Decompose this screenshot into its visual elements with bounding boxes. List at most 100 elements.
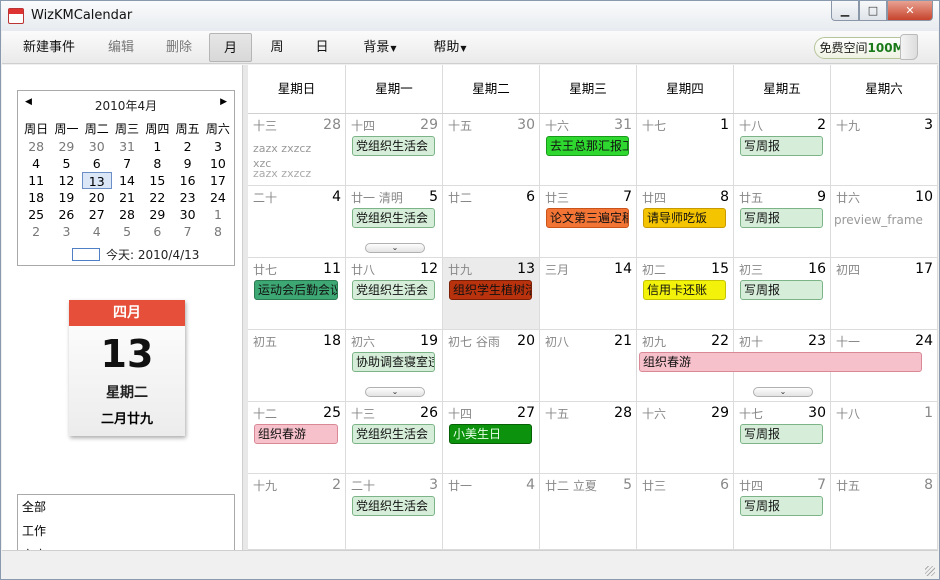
mini-day[interactable]: 8: [142, 155, 172, 172]
day-cell[interactable]: 初三 16 写周报: [734, 258, 831, 330]
day-cell[interactable]: 二十 3 党组织生活会: [346, 474, 443, 550]
day-cell[interactable]: 十五 28: [540, 402, 637, 474]
mini-day[interactable]: 5: [51, 155, 81, 172]
day-cell[interactable]: 廿五 9 写周报: [734, 186, 831, 258]
mini-day[interactable]: 7: [112, 155, 142, 172]
day-cell[interactable]: 廿二 立夏 5: [540, 474, 637, 550]
day-cell[interactable]: 十九 3: [831, 114, 938, 186]
mini-day[interactable]: 17: [203, 172, 233, 189]
mini-day[interactable]: 1: [142, 138, 172, 155]
day-cell[interactable]: 二十 4: [248, 186, 346, 258]
mini-day[interactable]: 19: [51, 189, 81, 206]
category-item[interactable]: 家庭: [18, 543, 234, 550]
day-cell[interactable]: 廿三 6: [637, 474, 734, 550]
expand-more-button[interactable]: ⌄: [365, 243, 425, 253]
week-view-button[interactable]: 周: [257, 33, 297, 62]
mini-day[interactable]: 27: [82, 206, 112, 223]
day-cell[interactable]: 十八 1: [831, 402, 938, 474]
mini-day[interactable]: 2: [172, 138, 202, 155]
event-item[interactable]: 写周报: [740, 208, 823, 228]
mini-day[interactable]: 11: [21, 172, 51, 189]
day-cell[interactable]: 十五 30: [443, 114, 540, 186]
mini-day[interactable]: 16: [172, 172, 202, 189]
mini-day[interactable]: 4: [21, 155, 51, 172]
day-cell[interactable]: 廿二 6: [443, 186, 540, 258]
day-cell[interactable]: 十六 29: [637, 402, 734, 474]
mini-day[interactable]: 21: [112, 189, 142, 206]
day-cell[interactable]: 十九 2: [248, 474, 346, 550]
help-menu-button[interactable]: 帮助▼: [422, 33, 478, 62]
day-cell[interactable]: 十四 29 党组织生活会: [346, 114, 443, 186]
event-item[interactable]: 党组织生活会: [352, 208, 435, 228]
category-item[interactable]: 工作: [18, 519, 234, 543]
day-cell[interactable]: 廿四 7 写周报: [734, 474, 831, 550]
mini-day[interactable]: 9: [172, 155, 202, 172]
mini-day[interactable]: 25: [21, 206, 51, 223]
mini-day[interactable]: 1: [203, 206, 233, 223]
mini-day[interactable]: 7: [172, 223, 202, 240]
mini-day[interactable]: 26: [51, 206, 81, 223]
day-cell[interactable]: 廿一 4: [443, 474, 540, 550]
mini-day[interactable]: 20: [82, 189, 112, 206]
event-item[interactable]: 党组织生活会: [352, 136, 435, 156]
event-item[interactable]: 党组织生活会: [352, 424, 435, 444]
day-cell[interactable]: 十三28zazx zxzczxzczazx zxzcz: [248, 114, 346, 186]
background-menu-button[interactable]: 背景▼: [352, 33, 408, 62]
event-item[interactable]: 组织春游: [254, 424, 338, 444]
day-cell[interactable]: 廿六 10 preview_frame: [831, 186, 938, 258]
mini-day[interactable]: 23: [172, 189, 202, 206]
mini-day[interactable]: 5: [112, 223, 142, 240]
event-item[interactable]: 请导师吃饭: [643, 208, 726, 228]
event-item[interactable]: 党组织生活会: [352, 280, 435, 300]
day-cell[interactable]: 初二 15 信用卡还账: [637, 258, 734, 330]
mini-day[interactable]: 3: [203, 138, 233, 155]
mini-day[interactable]: 6: [142, 223, 172, 240]
mini-day[interactable]: 18: [21, 189, 51, 206]
day-cell[interactable]: 廿三 7 论文第三遍定稿: [540, 186, 637, 258]
event-item-spanning[interactable]: 组织春游: [639, 352, 922, 372]
mini-day[interactable]: 14: [112, 172, 142, 189]
day-cell[interactable]: 初七 谷雨 20: [443, 330, 540, 402]
day-cell[interactable]: 廿四 8 请导师吃饭: [637, 186, 734, 258]
day-cell[interactable]: 廿七 11 运动会后勤会议: [248, 258, 346, 330]
mini-day[interactable]: 8: [203, 223, 233, 240]
mini-day[interactable]: 13: [81, 172, 112, 189]
mini-day[interactable]: 2: [21, 223, 51, 240]
day-cell[interactable]: 廿一 清明 5 党组织生活会 ⌄: [346, 186, 443, 258]
day-cell[interactable]: 初五 18: [248, 330, 346, 402]
mini-day[interactable]: 12: [51, 172, 81, 189]
event-item[interactable]: 党组织生活会: [352, 496, 435, 516]
day-view-button[interactable]: 日: [302, 33, 342, 62]
mini-calendar-today[interactable]: 今天: 2010/4/13: [72, 246, 199, 262]
mini-day[interactable]: 31: [112, 138, 142, 155]
event-item[interactable]: 写周报: [740, 424, 823, 444]
category-item[interactable]: 全部: [18, 495, 234, 519]
event-item[interactable]: 组织学生植树活: [449, 280, 532, 300]
event-item[interactable]: 论文第三遍定稿: [546, 208, 629, 228]
day-cell[interactable]: 廿九 13 组织学生植树活: [443, 258, 540, 330]
day-cell[interactable]: 初八 21: [540, 330, 637, 402]
month-view-button[interactable]: 月: [209, 33, 252, 62]
day-cell[interactable]: 初四 17: [831, 258, 938, 330]
expand-more-button[interactable]: ⌄: [753, 387, 813, 397]
mini-day[interactable]: 29: [51, 138, 81, 155]
day-cell[interactable]: 十七 30 写周报: [734, 402, 831, 474]
event-item[interactable]: 信用卡还账: [643, 280, 726, 300]
mini-day[interactable]: 30: [172, 206, 202, 223]
new-event-button[interactable]: 新建事件: [12, 33, 86, 62]
mini-day[interactable]: 15: [142, 172, 172, 189]
next-month-icon[interactable]: ▶: [220, 97, 227, 107]
mini-day[interactable]: 29: [142, 206, 172, 223]
mini-day[interactable]: 3: [51, 223, 81, 240]
day-cell[interactable]: 廿八 12 党组织生活会: [346, 258, 443, 330]
mini-day[interactable]: 28: [112, 206, 142, 223]
event-item[interactable]: 写周报: [740, 280, 823, 300]
mini-day[interactable]: 22: [142, 189, 172, 206]
event-item[interactable]: 写周报: [740, 496, 823, 516]
mini-day[interactable]: 6: [82, 155, 112, 172]
day-cell[interactable]: 十六 31 去王总那汇报工: [540, 114, 637, 186]
day-cell[interactable]: 十八 2 写周报: [734, 114, 831, 186]
day-cell[interactable]: 十七 1: [637, 114, 734, 186]
mini-day[interactable]: 10: [203, 155, 233, 172]
close-button[interactable]: ✕: [887, 1, 933, 21]
